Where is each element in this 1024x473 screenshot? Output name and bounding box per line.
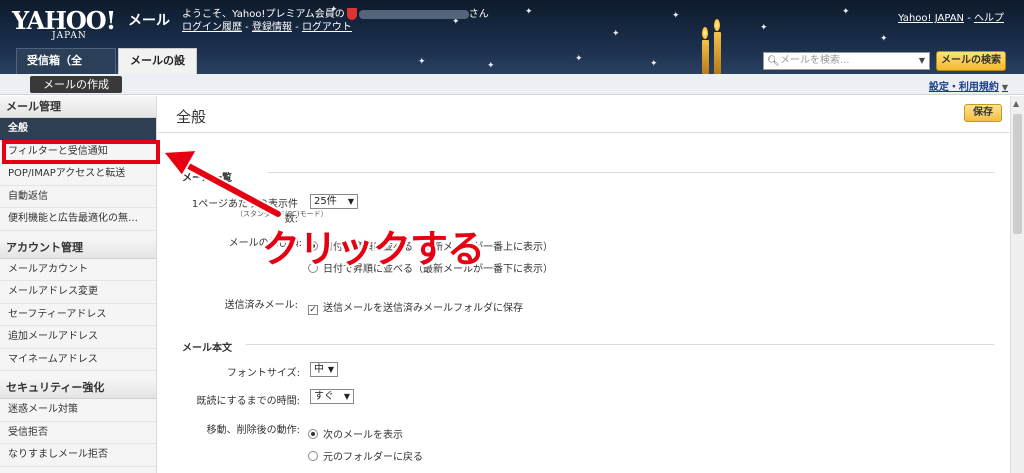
yahoo-logo-sub: JAPAN: [52, 31, 87, 41]
section-title-mail-list: メール一覧: [182, 173, 232, 184]
font-size-select[interactable]: 中 ▼: [310, 362, 338, 377]
sent-mail-option-label: 送信メールを送信済みメールフォルダに保存: [323, 303, 523, 314]
toolbar: メールの作成 設定・利用規約 ▼: [0, 74, 1024, 95]
scrollbar[interactable]: ▲: [1010, 96, 1024, 473]
welcome-suffix: さん: [468, 9, 489, 20]
settings-terms-link[interactable]: 設定・利用規約 ▼: [929, 78, 1008, 93]
mark-read-select[interactable]: すぐ ▼: [310, 389, 354, 404]
sidebar-section-security: セキュリティー強化: [0, 377, 156, 399]
mark-read-value: すぐ: [314, 391, 334, 402]
mail-logo[interactable]: メール: [128, 10, 170, 30]
divider: [268, 172, 994, 173]
separator: -: [291, 22, 302, 33]
chevron-down-icon: ▼: [347, 197, 354, 206]
mark-read-label: 既読にするまでの時間:: [196, 396, 300, 407]
font-size-label: フォントサイズ:: [226, 368, 300, 379]
sidebar-item-auto-reply[interactable]: 自動返信: [0, 186, 156, 208]
back-folder-option[interactable]: 元のフォルダーに戻る: [308, 448, 423, 463]
username-redacted: [358, 9, 469, 19]
save-button[interactable]: 保存: [964, 104, 1002, 122]
sidebar-section-account: アカウント管理: [0, 236, 156, 259]
premium-badge-icon: [346, 8, 357, 20]
profile-link[interactable]: 登録情報: [252, 22, 292, 33]
search-placeholder: メールを検索...: [780, 55, 850, 66]
top-links: Yahoo! JAPAN - ヘルプ: [898, 9, 1004, 24]
tab-settings[interactable]: メールの設定: [118, 48, 197, 74]
sidebar-item-additional-address[interactable]: 追加メールアドレス: [0, 326, 156, 349]
next-mail-radio[interactable]: [308, 429, 318, 439]
settings-panel: 全般 保存 メール一覧 1ページあたりの表示件数: （スタンダード(PC)モード…: [158, 96, 1010, 473]
scroll-up-arrow-icon[interactable]: ▲: [1013, 99, 1019, 108]
chevron-down-icon: ▼: [343, 392, 350, 401]
sent-mail-option[interactable]: ✓ 送信メールを送信済みメールフォルダに保存: [308, 299, 523, 315]
star-decoration: ✦: [418, 57, 426, 67]
tab-inbox[interactable]: 受信箱（全1363件）: [16, 48, 116, 74]
next-mail-option[interactable]: 次のメールを表示: [308, 426, 403, 441]
star-decoration: ✦: [760, 23, 768, 33]
annotation-text: クリックする: [262, 227, 485, 271]
sidebar-item-block[interactable]: 受信拒否: [0, 422, 156, 444]
welcome-message: ようこそ、Yahoo!プレミアム会員の さん ログイン履歴 - 登録情報 - ログ…: [182, 8, 489, 34]
search-input[interactable]: 🔍︎ メールを検索... ▼: [763, 52, 930, 70]
candle-decoration: [702, 40, 709, 74]
back-folder-radio[interactable]: [308, 451, 318, 461]
candle-decoration: [714, 32, 721, 74]
font-size-value: 中: [314, 364, 324, 375]
yahoo-japan-link[interactable]: Yahoo! JAPAN: [898, 13, 964, 24]
search-icon: 🔍︎: [767, 56, 780, 67]
sidebar-item-safety-address[interactable]: セーフティーアドレス: [0, 304, 156, 326]
sidebar-item-spoofing[interactable]: なりすましメール拒否: [0, 444, 156, 467]
per-page-select[interactable]: 25件 ▼: [310, 194, 358, 209]
sent-mail-checkbox[interactable]: ✓: [308, 305, 318, 315]
help-link[interactable]: ヘルプ: [974, 13, 1004, 24]
chevron-down-icon[interactable]: ▼: [919, 53, 925, 69]
section-title-mail-body: メール本文: [182, 343, 232, 354]
star-decoration: ✦: [612, 29, 620, 39]
search-button[interactable]: メールの検索: [936, 51, 1006, 71]
chevron-down-icon: ▼: [327, 365, 334, 374]
divider: [158, 132, 1010, 133]
highlight-box: [2, 140, 160, 164]
sidebar-item-mail-account[interactable]: メールアカウント: [0, 259, 156, 281]
page-title: 全般: [176, 108, 207, 126]
star-decoration: ✦: [880, 34, 888, 44]
star-decoration: ✦: [672, 11, 680, 21]
flame-decoration: [714, 19, 720, 31]
sidebar-section-mail: メール管理: [0, 96, 156, 118]
sidebar-item-myname-address[interactable]: マイネームアドレス: [0, 349, 156, 371]
star-decoration: ✦: [650, 59, 658, 69]
scrollbar-thumb[interactable]: [1013, 114, 1022, 234]
chevron-down-icon: ▼: [1001, 83, 1008, 92]
star-decoration: ✦: [487, 61, 495, 71]
settings-terms-label: 設定・利用規約: [928, 82, 999, 93]
flame-decoration: [702, 27, 708, 39]
app-header: ✦ ✦ ✦ ✦ ✦ ✦ ✦ ✦ ✦ ✦ ✦ ✦ YAHOO! JAPAN メール…: [0, 0, 1024, 74]
logout-link[interactable]: ログアウト: [302, 22, 352, 33]
after-move-label: 移動、削除後の動作:: [206, 425, 300, 436]
welcome-text: ようこそ、Yahoo!プレミアム会員の: [182, 9, 345, 20]
separator: -: [242, 22, 252, 33]
login-history-link[interactable]: ログイン履歴: [182, 22, 242, 33]
star-decoration: ✦: [575, 54, 583, 64]
divider: [246, 344, 994, 345]
sidebar-item-spam[interactable]: 迷惑メール対策: [0, 399, 156, 422]
star-decoration: ✦: [525, 7, 533, 17]
per-page-value: 25件: [314, 196, 337, 207]
star-decoration: ✦: [842, 7, 850, 17]
sidebar-item-features[interactable]: 便利機能と広告最適化の無…: [0, 208, 156, 231]
sidebar-item-address-change[interactable]: メールアドレス変更: [0, 281, 156, 304]
compose-button[interactable]: メールの作成: [30, 76, 122, 93]
sidebar-item-pop-imap[interactable]: POP/IMAPアクセスと転送: [0, 163, 156, 186]
back-folder-label: 元のフォルダーに戻る: [323, 452, 423, 463]
separator: -: [964, 13, 974, 24]
sent-mail-label: 送信済みメール:: [224, 300, 298, 311]
sidebar-item-general[interactable]: 全般: [0, 118, 156, 141]
next-mail-label: 次のメールを表示: [323, 430, 403, 441]
